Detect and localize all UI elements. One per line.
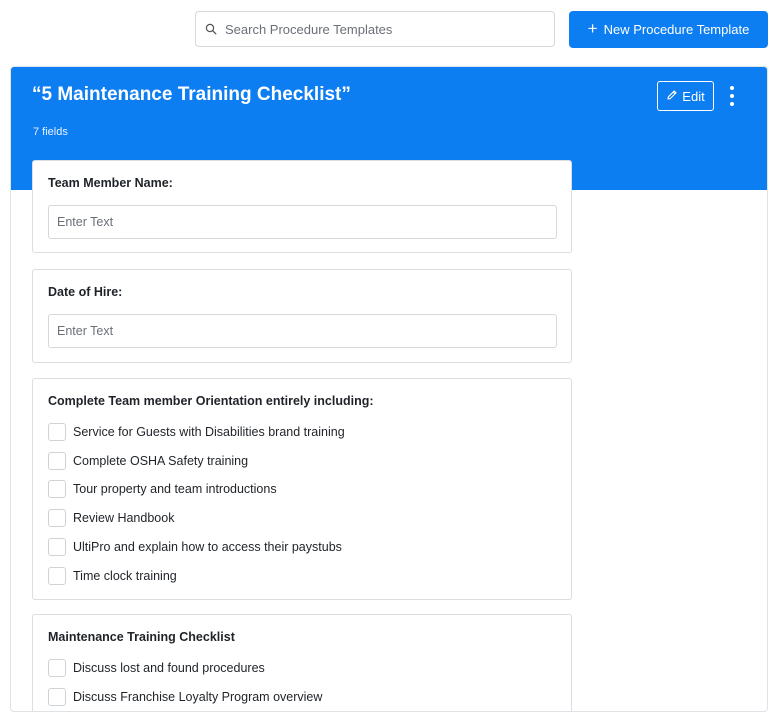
template-card: “5 Maintenance Training Checklist” 7 fie…: [10, 66, 768, 712]
checklist-item[interactable]: Complete OSHA Safety training: [48, 452, 248, 470]
new-procedure-template-label: New Procedure Template: [603, 22, 750, 37]
field-orientation-checklist: Complete Team member Orientation entirel…: [32, 378, 572, 600]
checklist-item-label: Service for Guests with Disabilities bra…: [73, 425, 345, 439]
search-input[interactable]: [225, 21, 525, 37]
checklist-item-label: UltiPro and explain how to access their …: [73, 540, 342, 554]
checkbox[interactable]: [48, 509, 66, 527]
date-of-hire-input[interactable]: [48, 314, 557, 348]
pencil-icon: [666, 89, 678, 104]
field-count: 7 fields: [33, 126, 68, 138]
checklist-item[interactable]: Discuss lost and found procedures: [48, 659, 265, 677]
field-label: Team Member Name:: [48, 176, 173, 190]
checkbox[interactable]: [48, 659, 66, 677]
top-toolbar: + New Procedure Template: [195, 11, 768, 48]
checklist-item-label: Review Handbook: [73, 511, 175, 525]
template-title: “5 Maintenance Training Checklist”: [32, 84, 351, 105]
new-procedure-template-button[interactable]: + New Procedure Template: [569, 11, 768, 48]
checkbox[interactable]: [48, 452, 66, 470]
more-vertical-icon[interactable]: [726, 86, 738, 106]
checklist-item[interactable]: UltiPro and explain how to access their …: [48, 538, 342, 556]
field-date-of-hire: Date of Hire:: [32, 269, 572, 363]
checklist-item[interactable]: Tour property and team introductions: [48, 480, 277, 498]
edit-button[interactable]: Edit: [657, 81, 714, 111]
checkbox[interactable]: [48, 688, 66, 706]
search-box[interactable]: [195, 11, 555, 47]
field-label: Maintenance Training Checklist: [48, 630, 235, 644]
search-icon: [205, 23, 217, 35]
checkbox[interactable]: [48, 423, 66, 441]
field-label: Date of Hire:: [48, 285, 123, 299]
field-team-member-name: Team Member Name:: [32, 160, 572, 253]
plus-icon: +: [587, 19, 598, 38]
checklist-item[interactable]: Service for Guests with Disabilities bra…: [48, 423, 345, 441]
checklist-item-label: Discuss lost and found procedures: [73, 661, 265, 675]
checklist-item-label: Complete OSHA Safety training: [73, 454, 249, 468]
checkbox[interactable]: [48, 480, 66, 498]
checklist-item-label: Tour property and team introductions: [73, 482, 277, 496]
checklist-item[interactable]: Time clock training: [48, 567, 177, 585]
edit-label: Edit: [682, 88, 705, 104]
checkbox[interactable]: [48, 538, 66, 556]
checklist-item-label: Time clock training: [73, 569, 177, 583]
field-maintenance-training-checklist: Maintenance Training Checklist Discuss l…: [32, 614, 572, 711]
team-member-name-input[interactable]: [48, 205, 557, 239]
field-label: Complete Team member Orientation entirel…: [48, 394, 374, 408]
checklist-item[interactable]: Discuss Franchise Loyalty Program overvi…: [48, 688, 322, 706]
checklist-item[interactable]: Review Handbook: [48, 509, 174, 527]
checklist-item-label: Discuss Franchise Loyalty Program overvi…: [73, 690, 323, 704]
checkbox[interactable]: [48, 567, 66, 585]
